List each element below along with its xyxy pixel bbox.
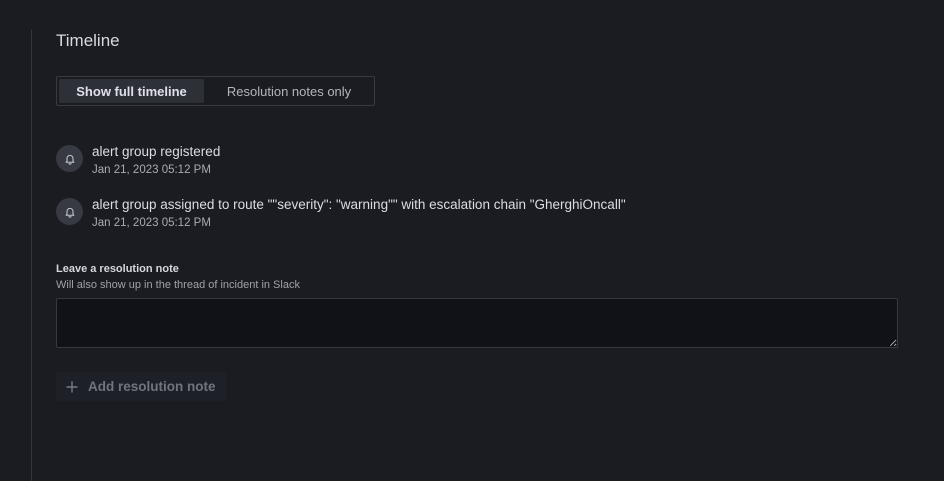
timeline-event: alert group registered Jan 21, 2023 05:1… — [56, 144, 220, 177]
add-resolution-note-button[interactable]: Add resolution note — [56, 372, 226, 401]
divider — [31, 30, 32, 481]
show-full-timeline-option[interactable]: Show full timeline — [59, 79, 205, 103]
plus-icon — [66, 380, 78, 393]
timeline-filter-toggle: Show full timeline Resolution notes only — [56, 76, 375, 106]
resolution-notes-only-option[interactable]: Resolution notes only — [206, 79, 372, 103]
timeline-event-time: Jan 21, 2023 05:12 PM — [92, 217, 211, 229]
timeline-title: Timeline — [56, 31, 120, 50]
timeline-event: alert group assigned to route ""severity… — [56, 197, 626, 230]
bell-icon — [56, 145, 83, 172]
timeline-event-body: alert group assigned to route ""severity… — [92, 197, 626, 230]
add-resolution-note-label: Add resolution note — [88, 379, 216, 394]
timeline-event-time: Jan 21, 2023 05:12 PM — [92, 164, 211, 176]
resolution-note-label: Leave a resolution note — [56, 263, 179, 275]
timeline-event-text: alert group assigned to route ""severity… — [92, 197, 626, 212]
timeline-event-body: alert group registered Jan 21, 2023 05:1… — [92, 144, 220, 177]
resolution-note-hint: Will also show up in the thread of incid… — [56, 279, 300, 291]
timeline-panel: Timeline Show full timeline Resolution n… — [0, 0, 944, 481]
resolution-note-textarea[interactable] — [56, 298, 898, 348]
bell-icon — [56, 198, 83, 225]
timeline-event-text: alert group registered — [92, 144, 221, 159]
